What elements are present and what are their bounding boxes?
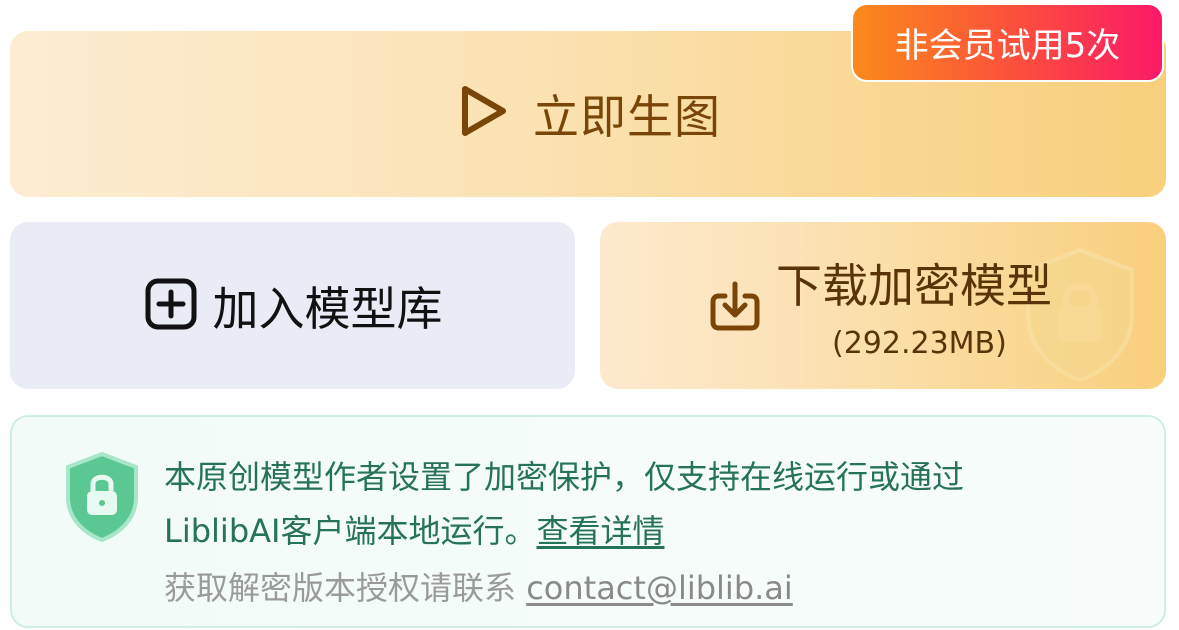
model-action-panel: 立即生图 非会员试用5次 加入模型库 下载加密模型 (292.23MB) 本原创… [0,0,1179,630]
generate-image-label: 立即生图 [533,90,721,144]
plus-square-icon [145,278,196,329]
notice-text-line2: LiblibAI客户端本地运行。查看详情 [164,506,664,552]
download-encrypted-model-button[interactable]: 下载加密模型 (292.23MB) [600,222,1166,389]
notice-text-line1: 本原创模型作者设置了加密保护，仅支持在线运行或通过 [164,458,965,496]
add-to-library-label: 加入模型库 [212,281,443,336]
encryption-notice: 本原创模型作者设置了加密保护，仅支持在线运行或通过 LiblibAI客户端本地运… [10,415,1166,628]
download-icon [710,281,760,331]
download-encrypted-model-label: 下载加密模型 [776,259,1052,313]
trial-badge: 非会员试用5次 [851,3,1164,82]
view-details-link[interactable]: 查看详情 [536,512,664,550]
contact-email-link[interactable]: contact@liblib.ai [526,569,793,607]
notice-text-line2-prefix: LiblibAI客户端本地运行。 [164,512,537,550]
add-to-library-button[interactable]: 加入模型库 [10,222,575,389]
trial-badge-text: 非会员试用5次 [894,26,1121,66]
model-file-size: (292.23MB) [832,326,1007,361]
contact-prefix: 获取解密版本授权请联系 [164,569,527,607]
contact-line: 获取解密版本授权请联系 contact@liblib.ai [164,563,793,609]
shield-lock-icon [66,451,138,543]
play-icon [462,86,506,136]
